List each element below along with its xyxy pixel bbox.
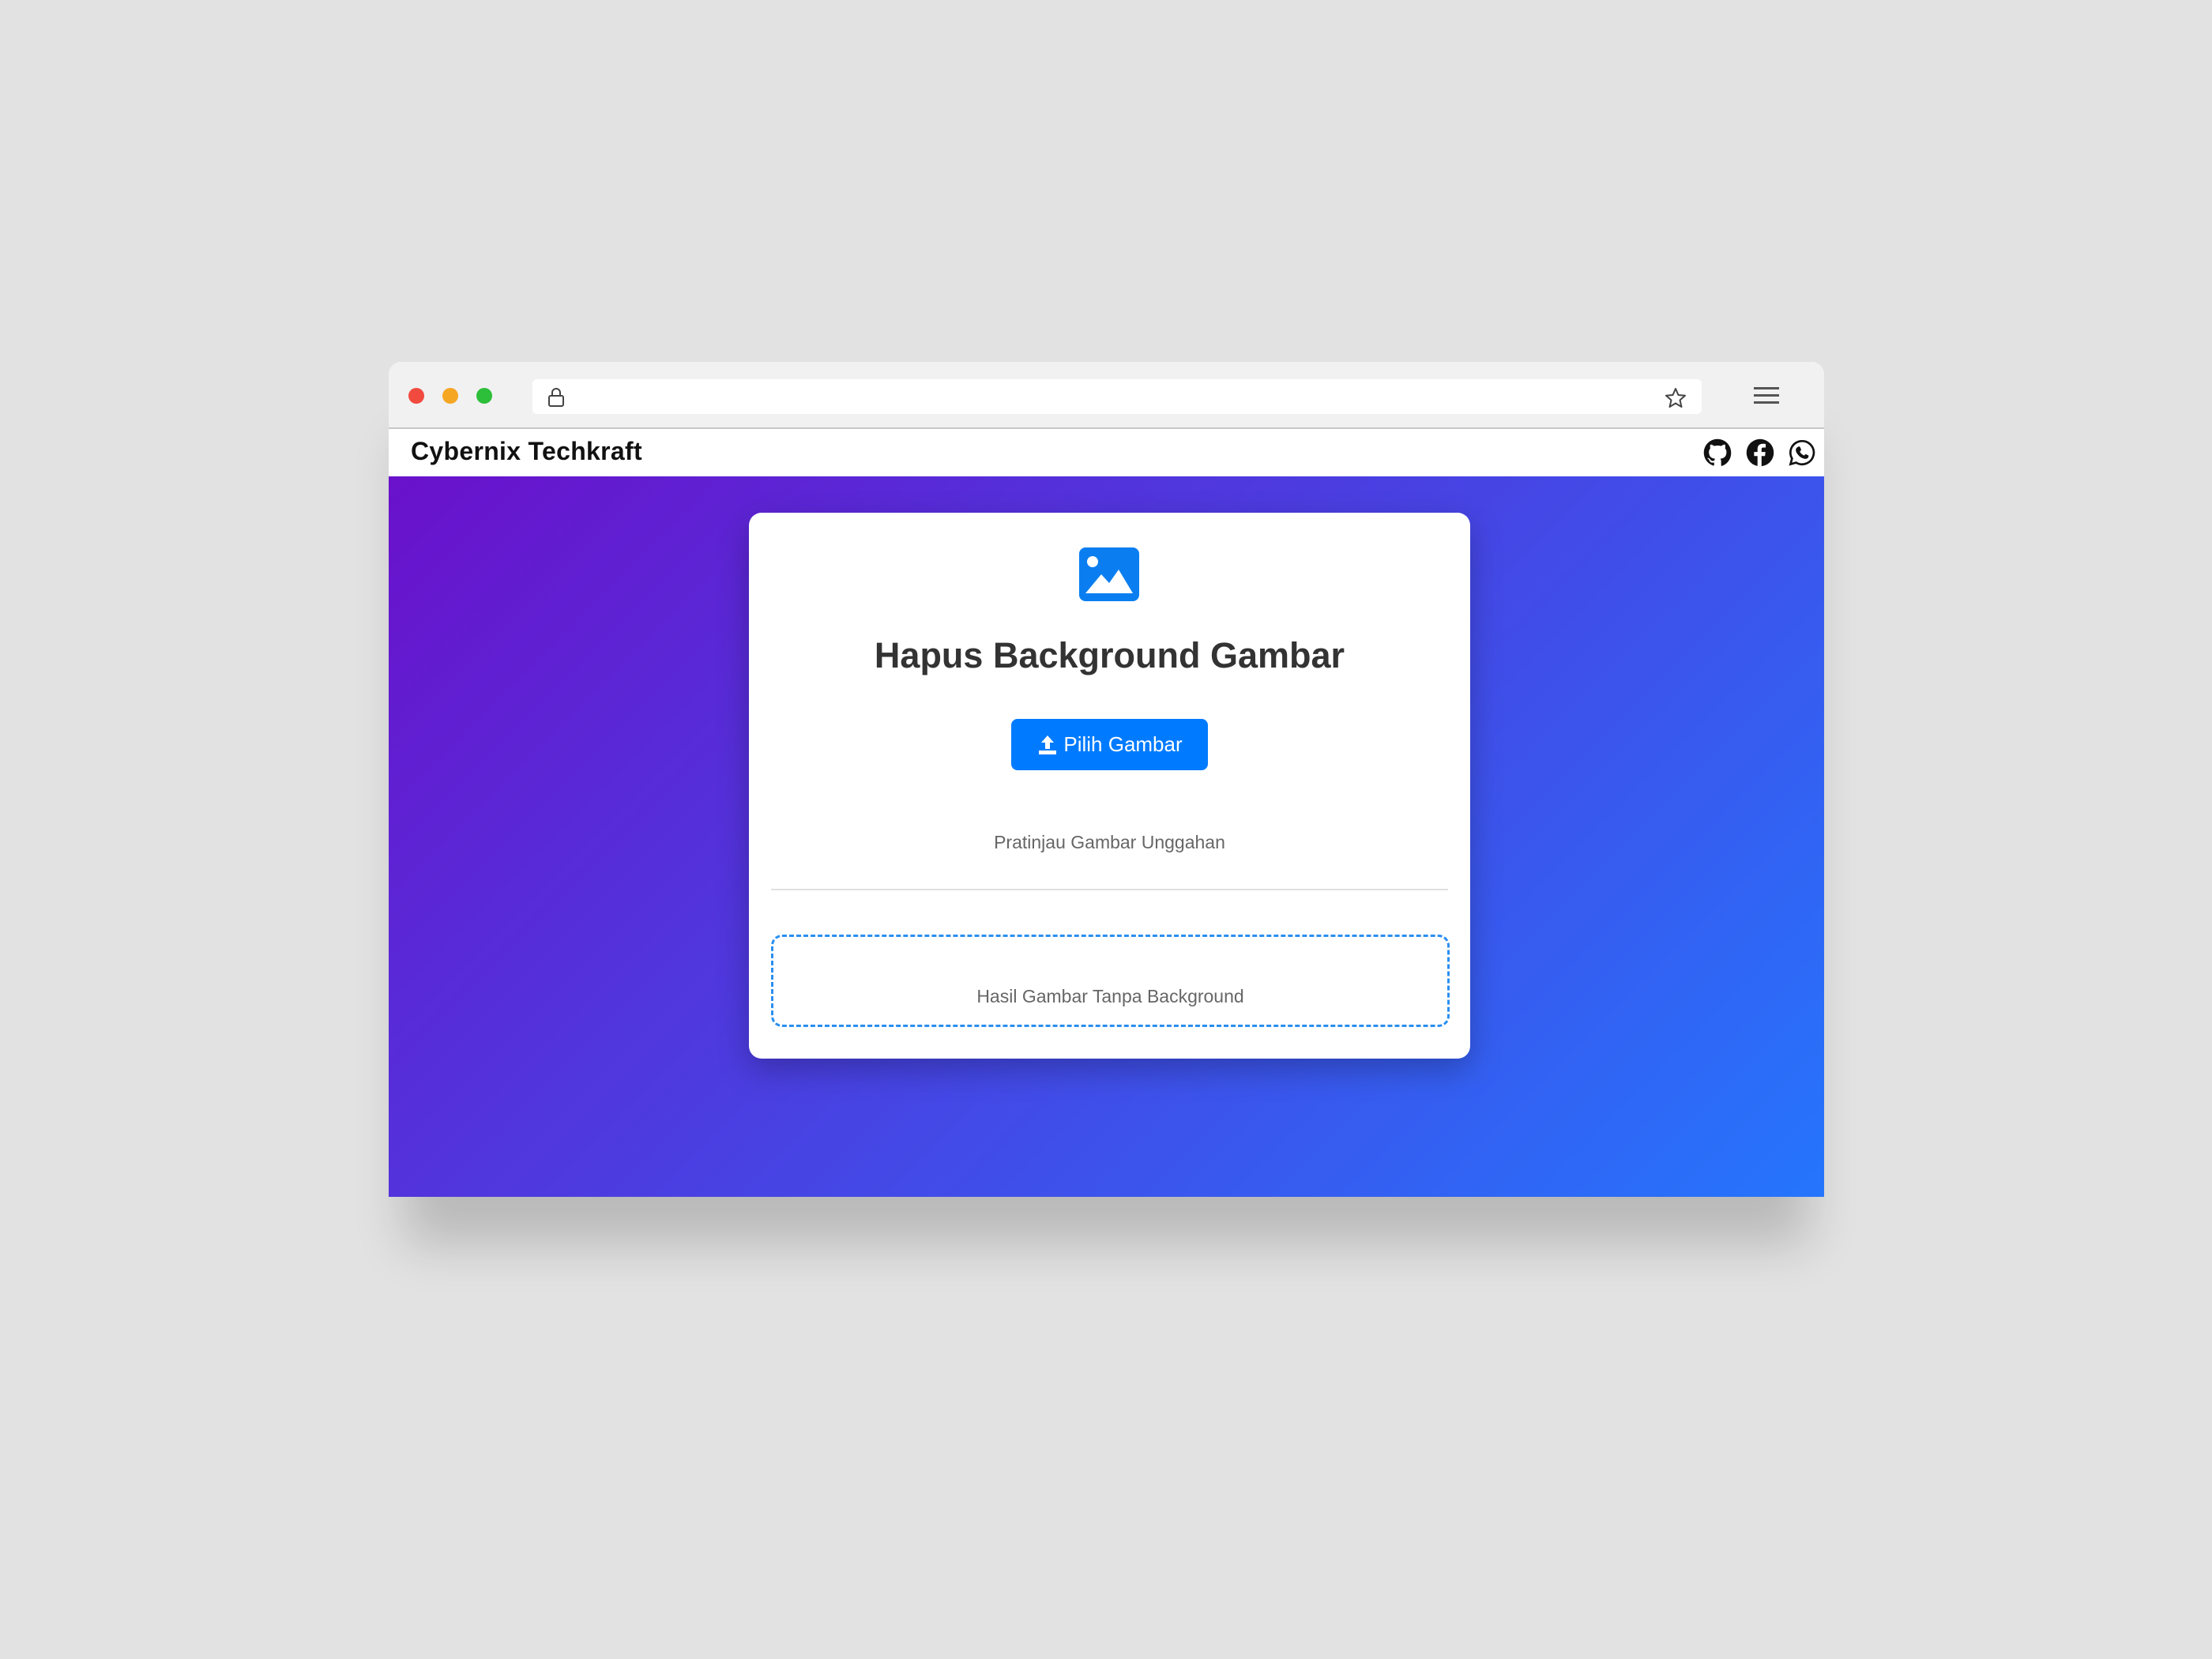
site-navbar: Cybernix Techkraft <box>389 429 1824 476</box>
upload-icon <box>1039 735 1057 754</box>
choose-image-button[interactable]: Pilih Gambar <box>1011 719 1208 770</box>
divider <box>771 889 1448 890</box>
browser-window: Cybernix Techkraft Hapus Background Gamb… <box>389 362 1824 1197</box>
result-label: Hasil Gambar Tanpa Background <box>976 986 1244 1006</box>
image-icon <box>1079 547 1139 601</box>
maximize-window-button[interactable] <box>476 388 492 404</box>
whatsapp-icon[interactable] <box>1788 438 1816 467</box>
lock-icon <box>548 388 564 407</box>
result-dropzone: Hasil Gambar Tanpa Background <box>771 935 1450 1027</box>
upload-preview-label: Pratinjau Gambar Unggahan <box>994 832 1225 852</box>
browser-titlebar <box>389 362 1824 429</box>
card-title: Hapus Background Gambar <box>874 635 1345 675</box>
facebook-icon[interactable] <box>1746 438 1774 467</box>
minimize-window-button[interactable] <box>442 388 458 404</box>
address-bar[interactable] <box>532 379 1702 414</box>
choose-image-label: Pilih Gambar <box>1063 732 1183 756</box>
close-window-button[interactable] <box>408 388 424 404</box>
site-brand[interactable]: Cybernix Techkraft <box>411 437 642 466</box>
hero-section: Hapus Background Gambar Pilih Gambar Pra… <box>389 476 1824 1197</box>
bookmark-star-icon[interactable] <box>1664 386 1687 410</box>
upload-card: Hapus Background Gambar Pilih Gambar Pra… <box>749 513 1470 1059</box>
github-icon[interactable] <box>1703 438 1732 467</box>
hamburger-menu-icon[interactable] <box>1752 384 1781 408</box>
